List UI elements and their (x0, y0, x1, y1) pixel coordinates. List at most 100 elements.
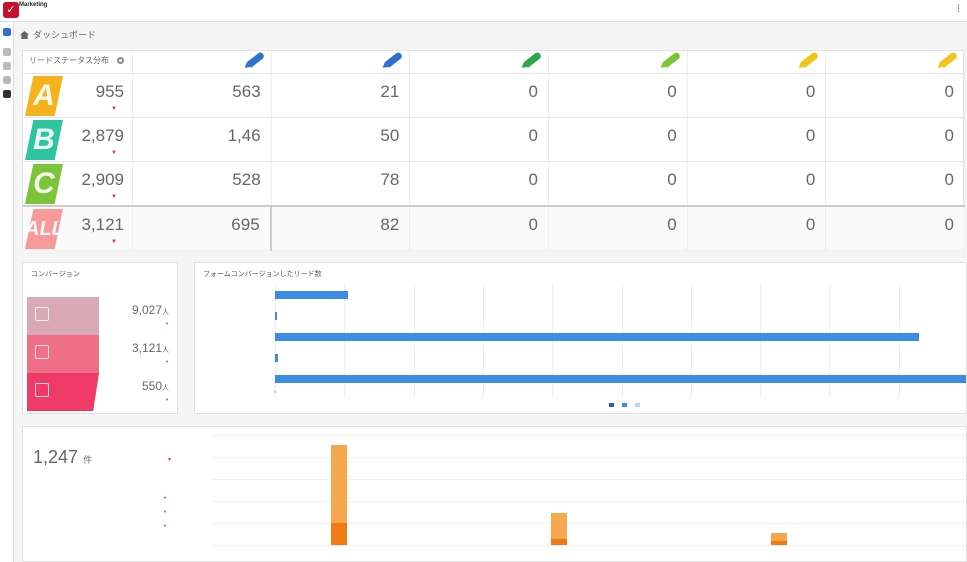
lead-count-cell[interactable]: 0 (549, 162, 688, 206)
stacked-bar-segment[interactable] (771, 533, 787, 541)
lead-count-cell[interactable]: 0 (549, 118, 688, 162)
menu-icon[interactable]: ⋮ (954, 3, 963, 14)
home-icon[interactable] (20, 31, 29, 39)
lead-row-total: 3,121 (81, 215, 124, 234)
funnel-step-delta: ▼ (165, 397, 169, 402)
pen-icon (801, 51, 820, 68)
lead-row-summary[interactable]: B 2,879 ▼ (23, 118, 133, 162)
funnel-step-unit: 人 (162, 347, 169, 354)
lead-count-value: 1,46 (227, 126, 261, 145)
stacked-bar-segment[interactable] (771, 541, 787, 545)
lead-count-cell[interactable]: 1,46 (133, 118, 272, 162)
lead-count-cell[interactable]: 0 (549, 207, 688, 251)
lead-count-cell[interactable]: 21 (272, 74, 411, 118)
funnel-step-delta: ▼ (165, 321, 169, 326)
gear-icon[interactable] (117, 57, 124, 64)
table-row[interactable]: ▼ (33, 523, 183, 537)
lead-count-cell[interactable]: 0 (826, 118, 965, 162)
lead-count-cell[interactable]: 0 (688, 118, 827, 162)
funnel-step[interactable] (27, 297, 99, 335)
chart-bar[interactable] (275, 375, 966, 383)
lead-column-header[interactable] (688, 51, 827, 73)
table-row[interactable]: ▼ (33, 509, 183, 523)
breadcrumb-label: ダッシュボード (33, 30, 97, 40)
stacked-bar-segment[interactable] (551, 539, 567, 545)
funnel-step-meta: ▼ (165, 321, 169, 326)
lead-count-cell[interactable]: 0 (410, 207, 549, 251)
bottom-panel: 1,247 件 ▼ ▼ ▼ ▼ (22, 426, 967, 562)
bottom-big-value: 1,247 件 (33, 447, 92, 468)
lead-column-header[interactable] (410, 51, 549, 73)
lead-count-value: 0 (944, 215, 954, 234)
legend-swatch (635, 403, 640, 407)
lead-count-cell[interactable]: 0 (410, 74, 549, 118)
chart-bar[interactable] (275, 312, 277, 320)
lead-count-cell[interactable]: 0 (826, 162, 965, 206)
nav-icon-2[interactable] (3, 62, 11, 70)
pen-icon (662, 51, 681, 68)
nav-icon-4[interactable] (3, 90, 11, 98)
lead-count-value: 21 (380, 82, 400, 101)
lead-column-header[interactable] (133, 51, 272, 73)
lead-count-cell[interactable]: 528 (133, 162, 272, 206)
lead-count-value: 0 (667, 170, 677, 189)
legend-swatch (622, 403, 627, 407)
lead-row-delta: ▼ (111, 194, 117, 200)
funnel-step[interactable] (27, 373, 99, 411)
conversion-funnel-panel: コンバージョン 9,027人 ▼ 3,121人 ▼ 550人 ▼ (22, 262, 178, 414)
lead-count-cell[interactable]: 0 (688, 162, 827, 206)
lead-row-summary[interactable]: ALL 3,121 ▼ (23, 207, 133, 251)
lead-count-cell[interactable]: 0 (410, 118, 549, 162)
table-cell: ▼ (163, 495, 167, 500)
chart-bar[interactable] (275, 291, 348, 299)
lead-table-title: リードステータス分布 (29, 56, 109, 65)
lead-status-panel: リードステータス分布 A 955 ▼ 563 21 0 0 0 0 B 2,879 ▼ 1,46 50 0 0… (22, 50, 965, 251)
lead-column-header[interactable] (826, 51, 965, 73)
funnel-step-delta: ▼ (165, 359, 169, 364)
nav-icon-1[interactable] (3, 48, 11, 56)
lead-row-total: 2,909 (81, 170, 124, 189)
lead-count-value: 0 (805, 126, 816, 145)
bottom-delta: ▼ (167, 457, 172, 463)
lead-count-cell[interactable]: 563 (133, 74, 272, 118)
lead-count-cell[interactable]: 82 (272, 207, 411, 251)
lead-row-summary[interactable]: C 2,909 ▼ (23, 162, 133, 206)
lead-row-summary[interactable]: A 955 ▼ (23, 74, 133, 118)
lead-row: B 2,879 ▼ 1,46 50 0 0 0 0 (23, 117, 965, 162)
grid-line (213, 479, 966, 480)
lead-count-value: 0 (944, 170, 954, 189)
funnel-step[interactable] (27, 335, 99, 373)
chart-bar[interactable] (275, 333, 920, 341)
lead-count-value: 0 (667, 82, 677, 101)
nav-icon-3[interactable] (3, 76, 11, 84)
lead-count-cell[interactable]: 0 (826, 74, 965, 118)
form-chart-plot-area (275, 283, 966, 398)
lead-count-cell[interactable]: 0 (410, 162, 549, 206)
lead-count-cell[interactable]: 695 (133, 207, 272, 251)
lead-column-header[interactable] (549, 51, 688, 73)
table-row[interactable]: ▼ (33, 495, 183, 509)
chart-bar[interactable] (275, 354, 278, 362)
stacked-bar-segment[interactable] (551, 513, 567, 539)
lead-row-delta: ▼ (111, 106, 117, 112)
lead-count-cell[interactable]: 78 (272, 162, 411, 206)
lead-count-cell[interactable]: 0 (688, 207, 827, 251)
lead-count-value: 0 (528, 215, 538, 234)
funnel-step-number: 9,027 (131, 303, 162, 317)
stacked-bar-segment[interactable] (331, 445, 347, 523)
grid-line (213, 523, 966, 524)
bottom-chart-plot-area (213, 435, 966, 546)
lead-count-cell[interactable]: 0 (549, 74, 688, 118)
stacked-bar-segment[interactable] (331, 523, 347, 545)
lead-count-cell[interactable]: 50 (272, 118, 411, 162)
lead-row: C 2,909 ▼ 528 78 0 0 0 0 (23, 161, 965, 206)
dashboard-icon[interactable] (3, 28, 11, 36)
lead-count-cell[interactable]: 0 (688, 74, 827, 118)
breadcrumb: ダッシュボード (20, 28, 96, 41)
bottom-table-header (33, 481, 183, 495)
logo-icon: ✓ (3, 2, 19, 18)
lead-column-header[interactable] (272, 51, 411, 73)
lead-row-total: 2,879 (81, 126, 124, 145)
lead-count-cell[interactable]: 0 (826, 207, 965, 251)
funnel-step-value: 550人 (142, 379, 169, 393)
